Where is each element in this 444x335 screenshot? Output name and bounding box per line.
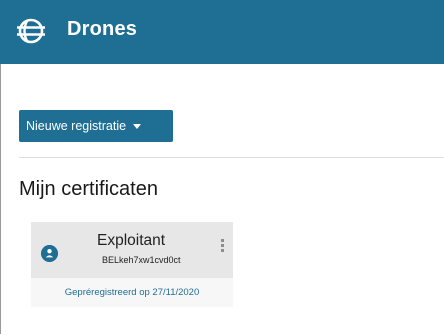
app-title: Drones (67, 18, 138, 40)
section-title: Mijn certificaten (19, 178, 158, 200)
certificate-card[interactable]: Exploitant BELkeh7xw1cvd0ct Gepréregistr… (31, 222, 233, 307)
kebab-menu-icon[interactable] (219, 239, 225, 259)
certificate-code: BELkeh7xw1cvd0ct (102, 255, 181, 265)
certificate-status: Gepréregistreerd op 27/11/2020 (31, 278, 233, 307)
new-registration-button[interactable]: Nieuwe registratie (19, 110, 173, 142)
user-icon (41, 245, 58, 262)
caret-down-icon (133, 124, 142, 129)
globe-logo-icon (17, 18, 45, 44)
top-bar: Drones (0, 0, 444, 64)
certificate-title: Exploitant (97, 232, 166, 249)
divider (19, 157, 444, 158)
new-registration-label: Nieuwe registratie (26, 119, 127, 133)
certificate-card-header: Exploitant BELkeh7xw1cvd0ct (31, 222, 233, 278)
